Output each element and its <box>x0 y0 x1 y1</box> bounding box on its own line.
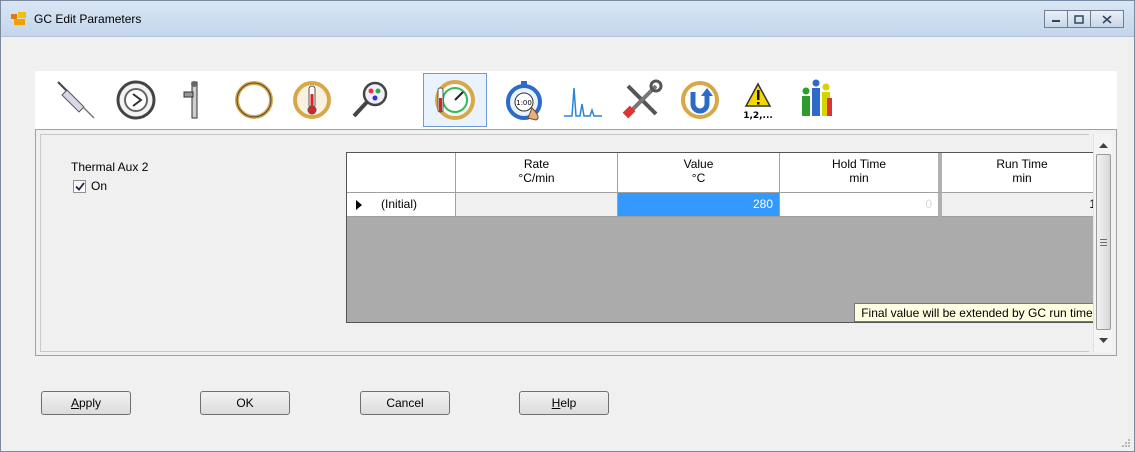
minimize-icon <box>1052 20 1060 22</box>
toolbar-oven-button[interactable] <box>283 73 341 127</box>
toolbar-signals-button[interactable] <box>553 73 611 127</box>
chromatogram-signal-icon <box>564 87 602 117</box>
parameters-panel: Thermal Aux 2 On Rate °C/min Value °C Ho… <box>35 129 1117 356</box>
column-unit-run-time: min <box>1012 171 1032 185</box>
window-title: GC Edit Parameters <box>34 12 142 26</box>
cancel-label: Cancel <box>386 396 424 410</box>
warning-sequence-icon: 1,2,... <box>743 82 773 121</box>
cancel-button[interactable]: Cancel <box>360 391 450 415</box>
cell-value[interactable]: 280 <box>618 193 780 217</box>
on-checkbox-label: On <box>91 179 108 193</box>
ok-label: OK <box>236 396 254 410</box>
maximize-icon <box>1074 14 1084 24</box>
toolbar-detector-button[interactable] <box>341 73 399 127</box>
grip-icon <box>1100 238 1107 246</box>
toolbar-report-button[interactable] <box>787 73 845 127</box>
column-header-value[interactable]: Value °C <box>618 153 780 193</box>
apply-button[interactable]: Apply <box>41 391 131 415</box>
toolbar-configuration-button[interactable] <box>613 73 671 127</box>
minimize-button[interactable] <box>1044 10 1068 28</box>
help-label: elp <box>560 396 577 410</box>
column-oven-ring-icon <box>235 81 273 119</box>
close-button[interactable] <box>1090 10 1124 28</box>
table-row-header[interactable]: (Initial) <box>347 193 456 217</box>
resize-grip-icon[interactable] <box>1119 436 1131 448</box>
oven-thermometer-icon <box>293 81 331 119</box>
backflush-arrow-icon <box>681 81 719 119</box>
chevron-up-icon <box>1099 143 1108 148</box>
ok-button[interactable]: OK <box>200 391 290 415</box>
on-checkbox-row[interactable]: On <box>73 179 107 193</box>
svg-text:1:00: 1:00 <box>516 99 532 107</box>
close-icon <box>1102 14 1112 24</box>
column-unit-hold-time: min <box>849 171 869 185</box>
sequence-label: 1,2,... <box>743 111 773 121</box>
gc-edit-parameters-window: GC Edit Parameters 1:00 1,2,... Thermal … <box>0 0 1135 452</box>
column-label-value: Value <box>683 157 714 171</box>
toolbar-injector-button[interactable] <box>47 73 105 127</box>
syringe-icon <box>57 81 95 119</box>
thermal-aux-gauge-icon <box>435 80 475 120</box>
thermal-aux-section: Thermal Aux 2 On Rate °C/min Value °C Ho… <box>40 134 1104 352</box>
row-header-corner <box>347 153 456 193</box>
help-button[interactable]: Help <box>519 391 609 415</box>
toolbar-sequence-button[interactable]: 1,2,... <box>729 73 787 127</box>
title-bar[interactable]: GC Edit Parameters <box>1 1 1134 37</box>
row-label-initial: (Initial) <box>381 197 418 211</box>
checkmark-icon <box>74 181 85 191</box>
chevron-down-icon <box>1099 338 1108 343</box>
run-time-note: Final value will be extended by GC run t… <box>854 303 1103 322</box>
stopwatch-timer-icon: 1:00 <box>506 81 542 121</box>
toolbar: 1:00 1,2,... <box>35 71 1117 129</box>
configuration-tools-icon <box>622 79 663 119</box>
column-label-rate: Rate <box>523 157 550 171</box>
column-label-hold-time: Hold Time <box>831 157 887 171</box>
bar-people-icon <box>802 79 832 116</box>
toolbar-backflush-button[interactable] <box>671 73 729 127</box>
cell-rate <box>456 193 618 217</box>
current-row-arrow-icon <box>356 200 362 210</box>
toolbar-column-button[interactable] <box>225 73 283 127</box>
help-mnemonic: H <box>551 396 561 410</box>
column-label-run-time: Run Time <box>996 157 1048 171</box>
toolbar-thermal-aux-button[interactable] <box>423 73 487 127</box>
column-header-hold-time[interactable]: Hold Time min <box>780 153 942 193</box>
apply-label: pply <box>79 396 102 410</box>
column-header-run-time[interactable]: Run Time min <box>942 153 1103 193</box>
inlet-ring-icon <box>116 80 156 120</box>
scroll-up-button[interactable] <box>1094 136 1113 154</box>
column-header-rate[interactable]: Rate °C/min <box>456 153 618 193</box>
maximize-button[interactable] <box>1067 10 1091 28</box>
apply-mnemonic: A <box>70 396 79 410</box>
temperature-program-table[interactable]: Rate °C/min Value °C Hold Time min Run T… <box>346 152 1104 323</box>
app-icon <box>11 12 26 25</box>
toolbar-timetable-button[interactable]: 1:00 <box>495 73 553 127</box>
column-unit-rate: °C/min <box>518 171 555 185</box>
scroll-thumb[interactable] <box>1096 154 1111 330</box>
scroll-down-button[interactable] <box>1094 332 1113 350</box>
detector-magnifier-icon <box>352 81 388 118</box>
toolbar-inlet-button[interactable] <box>107 73 165 127</box>
cell-run-time: 1 <box>942 193 1103 217</box>
toolbar-valve-button[interactable] <box>165 73 223 127</box>
vertical-scrollbar[interactable] <box>1093 134 1112 352</box>
on-checkbox[interactable] <box>73 179 86 193</box>
thermal-aux-title: Thermal Aux 2 <box>71 160 149 174</box>
cell-hold-time[interactable]: 0 <box>780 193 942 217</box>
column-valve-icon <box>183 81 198 119</box>
column-unit-value: °C <box>691 171 706 185</box>
